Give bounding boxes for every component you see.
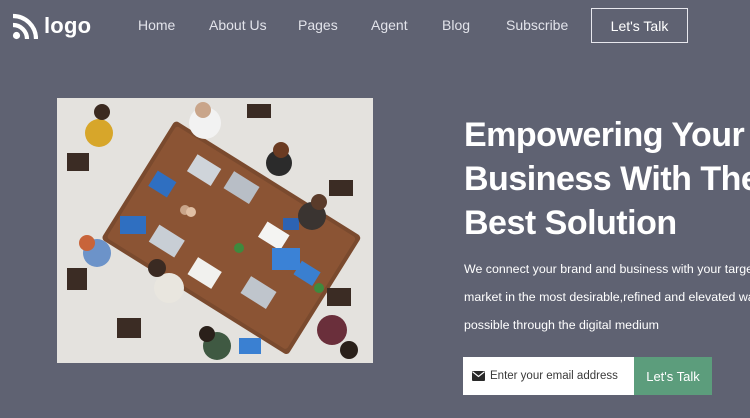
nav-link-about-us[interactable]: About Us bbox=[209, 17, 267, 33]
email-input[interactable] bbox=[490, 370, 630, 382]
nav-link-home[interactable]: Home bbox=[138, 17, 175, 33]
hero-headline: Empowering Your Business With The Best S… bbox=[464, 113, 750, 245]
envelope-icon bbox=[472, 371, 485, 381]
description-line-1: We connect your brand and business with … bbox=[464, 262, 750, 276]
nav-link-subscribe[interactable]: Subscribe bbox=[506, 17, 568, 33]
team-meeting-photo bbox=[57, 98, 373, 363]
email-field-wrapper bbox=[463, 357, 634, 395]
headline-line-2: Business With The bbox=[464, 160, 750, 198]
description-line-2: market in the most desirable,refined and… bbox=[464, 290, 750, 304]
description-line-3: possible through the digital medium bbox=[464, 318, 659, 332]
hero-description: We connect your brand and business with … bbox=[464, 255, 750, 339]
nav-link-agent[interactable]: Agent bbox=[371, 17, 408, 33]
lets-talk-submit-button[interactable]: Let's Talk bbox=[634, 357, 712, 395]
email-signup-form: Let's Talk bbox=[463, 357, 712, 395]
nav-link-pages[interactable]: Pages bbox=[298, 17, 338, 33]
headline-line-3: Best Solution bbox=[464, 204, 677, 242]
lets-talk-nav-button[interactable]: Let's Talk bbox=[591, 8, 688, 43]
top-nav: logo Home About Us Pages Agent Blog Subs… bbox=[0, 0, 750, 54]
nav-link-blog[interactable]: Blog bbox=[442, 17, 470, 33]
headline-line-1: Empowering Your bbox=[464, 116, 745, 154]
